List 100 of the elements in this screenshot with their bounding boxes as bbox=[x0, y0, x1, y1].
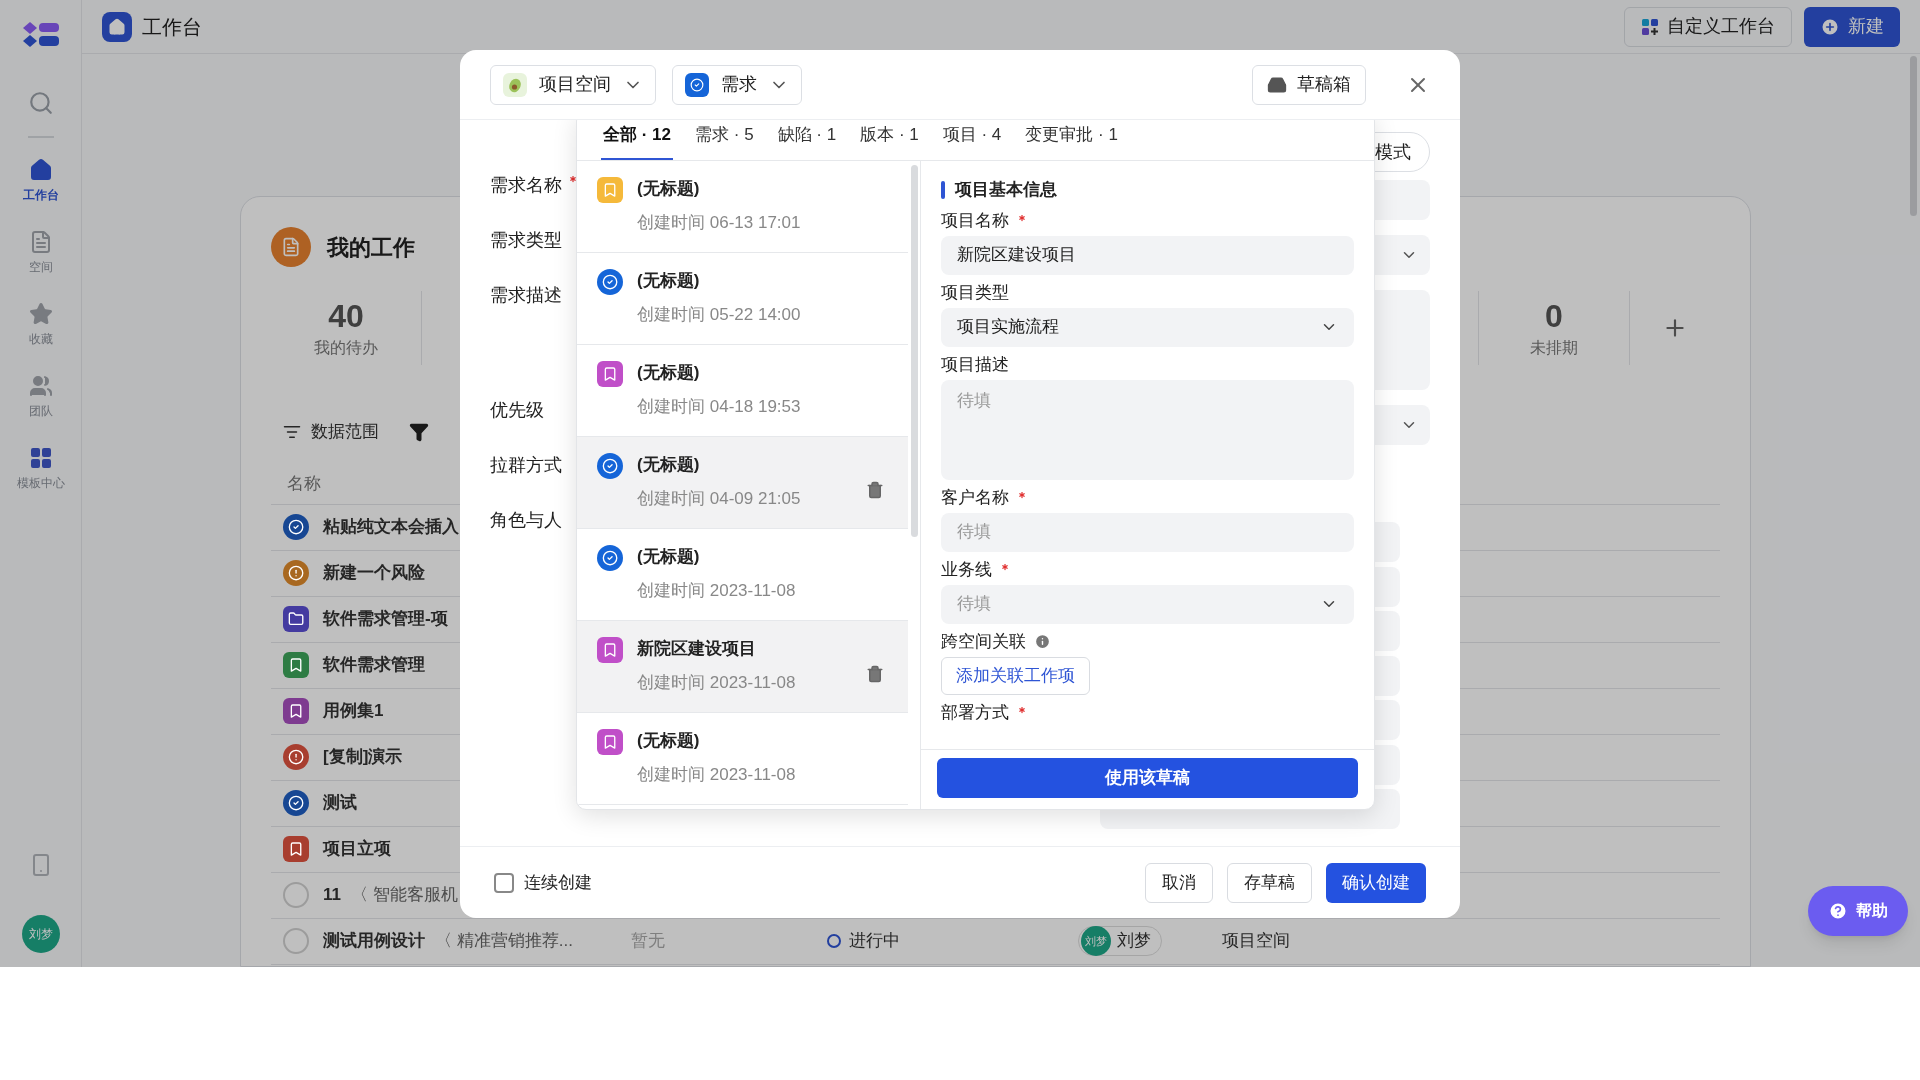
footer-button[interactable]: 存草稿 bbox=[1227, 862, 1312, 903]
new-button[interactable]: 新建 bbox=[1804, 6, 1900, 47]
field-label: 优先级 bbox=[490, 399, 544, 422]
required-icon bbox=[1017, 212, 1027, 223]
draft-time: 创建时间 2023-11-08 bbox=[637, 764, 797, 786]
field-label: 需求描述 bbox=[490, 284, 562, 307]
assignee-name: 刘梦 bbox=[1116, 930, 1151, 953]
row-title[interactable]: 用例集1 bbox=[323, 698, 384, 724]
customize-button[interactable]: 自定义工作台 bbox=[1624, 6, 1792, 47]
info-icon[interactable] bbox=[1034, 633, 1051, 650]
draft-title: (无标题) bbox=[637, 362, 701, 384]
required-icon bbox=[568, 174, 578, 184]
field-label: 角色与人 bbox=[490, 509, 562, 532]
row-title[interactable]: 软件需求管理-项 bbox=[323, 606, 448, 632]
parent-link[interactable]: 〈 精准营销推荐... bbox=[435, 928, 573, 954]
draft-time: 创建时间 2023-11-08 bbox=[637, 580, 797, 602]
draft-time: 创建时间 05-22 14:00 bbox=[637, 304, 802, 326]
plus-icon bbox=[1820, 16, 1840, 37]
draft-title: (无标题) bbox=[637, 546, 701, 568]
row-title[interactable]: 软件需求管理 bbox=[323, 652, 425, 678]
checkbox-label: 连续创建 bbox=[524, 871, 592, 894]
check-icon bbox=[685, 72, 709, 97]
draft-item[interactable]: (无标题) 创建时间 04-09 21:05 bbox=[577, 437, 908, 529]
category-tab[interactable]: 缺陷 · 1 bbox=[775, 120, 839, 160]
category-tab[interactable]: 变更审批 · 1 bbox=[1023, 120, 1120, 160]
status-text: 进行中 bbox=[848, 930, 900, 953]
trash-icon[interactable] bbox=[866, 481, 884, 499]
category-tab[interactable]: 需求 · 5 bbox=[693, 120, 756, 160]
field-label: 需求名称 bbox=[490, 174, 562, 197]
draft-title: (无标题) bbox=[637, 454, 701, 476]
textarea-field[interactable]: 待填 bbox=[941, 379, 1354, 480]
document-icon bbox=[271, 227, 311, 267]
draft-time: 创建时间 06-13 17:01 bbox=[637, 212, 802, 234]
filter-icon[interactable] bbox=[409, 421, 429, 442]
input-field[interactable]: 待填 bbox=[941, 512, 1354, 552]
add-link-button[interactable]: 添加关联工作项 bbox=[941, 656, 1090, 695]
row-title[interactable]: 测试 bbox=[323, 790, 357, 816]
draft-item[interactable]: (无标题) 创建时间 2023-11-08 bbox=[577, 529, 908, 621]
draft-item[interactable]: (无标题) 创建时间 04-18 19:53 bbox=[577, 345, 908, 437]
field-label: 部署方式 bbox=[941, 701, 1009, 724]
field-label: 拉群方式 bbox=[490, 454, 562, 477]
grid-plus-icon bbox=[1641, 17, 1659, 36]
row-title[interactable]: 测试用例设计 bbox=[323, 928, 425, 954]
type-select[interactable]: 需求 bbox=[672, 64, 802, 105]
footer-button[interactable]: 确认创建 bbox=[1326, 862, 1426, 903]
search-icon[interactable] bbox=[27, 90, 54, 116]
row-title[interactable]: 粘贴纯文本会插入 bbox=[323, 514, 459, 540]
home-icon bbox=[102, 11, 132, 42]
scrollbar[interactable] bbox=[911, 165, 918, 537]
draft-item[interactable]: (无标题) 创建时间 05-22 14:00 bbox=[577, 253, 908, 345]
parent-link[interactable]: 〈 智能客服机 bbox=[351, 882, 458, 908]
user-avatar: 刘梦 bbox=[1080, 926, 1111, 956]
page-title: 工作台 bbox=[142, 14, 202, 40]
row-title[interactable]: [复制]演示 bbox=[323, 744, 403, 770]
draft-title: (无标题) bbox=[637, 178, 701, 200]
field-label: 客户名称 bbox=[941, 486, 1009, 509]
footer-button[interactable]: 取消 bbox=[1145, 862, 1213, 903]
select-field[interactable]: 项目实施流程 bbox=[941, 307, 1354, 347]
field-label: 项目描述 bbox=[941, 353, 1009, 376]
trash-icon[interactable] bbox=[866, 665, 884, 683]
drafts-button[interactable]: 草稿箱 bbox=[1252, 64, 1366, 105]
space-select[interactable]: 项目空间 bbox=[490, 64, 656, 105]
draft-title: (无标题) bbox=[637, 730, 701, 752]
card-title: 我的工作 bbox=[327, 233, 415, 262]
checkbox[interactable] bbox=[494, 872, 514, 893]
stat-value: 40 bbox=[328, 297, 364, 336]
row-title[interactable]: 11 bbox=[323, 882, 341, 908]
required-icon bbox=[1000, 561, 1010, 572]
table-cell-text: 项目空间 bbox=[1221, 930, 1290, 953]
grid-icon bbox=[28, 446, 53, 470]
input-field[interactable]: 新院区建设项目 bbox=[941, 235, 1354, 275]
table-cell-text: 暂无 bbox=[630, 930, 665, 953]
data-range-button[interactable]: 数据范围 bbox=[283, 419, 379, 445]
avocado-icon bbox=[503, 72, 527, 97]
help-button[interactable]: 帮助 bbox=[1808, 886, 1908, 936]
draft-item[interactable]: 新院区建设项目 创建时间 2023-11-08 bbox=[577, 621, 908, 713]
field-label: 项目名称 bbox=[941, 209, 1009, 232]
use-draft-button[interactable]: 使用该草稿 bbox=[937, 758, 1358, 798]
draft-item[interactable]: (无标题) 创建时间 2023-11-08 bbox=[577, 713, 908, 805]
draft-time: 创建时间 2023-11-08 bbox=[637, 672, 797, 694]
required-icon bbox=[1017, 489, 1027, 500]
row-title[interactable]: 项目立项 bbox=[323, 836, 391, 862]
category-tab[interactable]: 版本 · 1 bbox=[858, 120, 921, 160]
row-title[interactable]: 新建一个风险 bbox=[323, 560, 425, 586]
required-icon bbox=[1017, 704, 1027, 715]
stat-label: 我的待办 bbox=[314, 338, 378, 358]
stat-value: 0 bbox=[1545, 297, 1563, 336]
scrollbar[interactable] bbox=[1910, 56, 1917, 216]
draft-title: 新院区建设项目 bbox=[637, 638, 757, 660]
column-header: 名称 bbox=[287, 473, 321, 496]
draft-item[interactable]: (无标题) 创建时间 06-13 17:01 bbox=[577, 161, 908, 253]
category-tab[interactable]: 项目 · 4 bbox=[940, 120, 1004, 160]
sidebar-item[interactable]: 工作台 bbox=[2, 158, 79, 204]
star-icon bbox=[28, 302, 53, 326]
draft-time: 创建时间 04-09 21:05 bbox=[637, 488, 802, 510]
help-icon bbox=[1828, 901, 1848, 921]
draft-time: 创建时间 04-18 19:53 bbox=[637, 396, 802, 418]
home-icon bbox=[28, 158, 53, 182]
field-label: 跨空间关联 bbox=[941, 630, 1026, 653]
field-label: 需求类型 bbox=[490, 229, 562, 252]
